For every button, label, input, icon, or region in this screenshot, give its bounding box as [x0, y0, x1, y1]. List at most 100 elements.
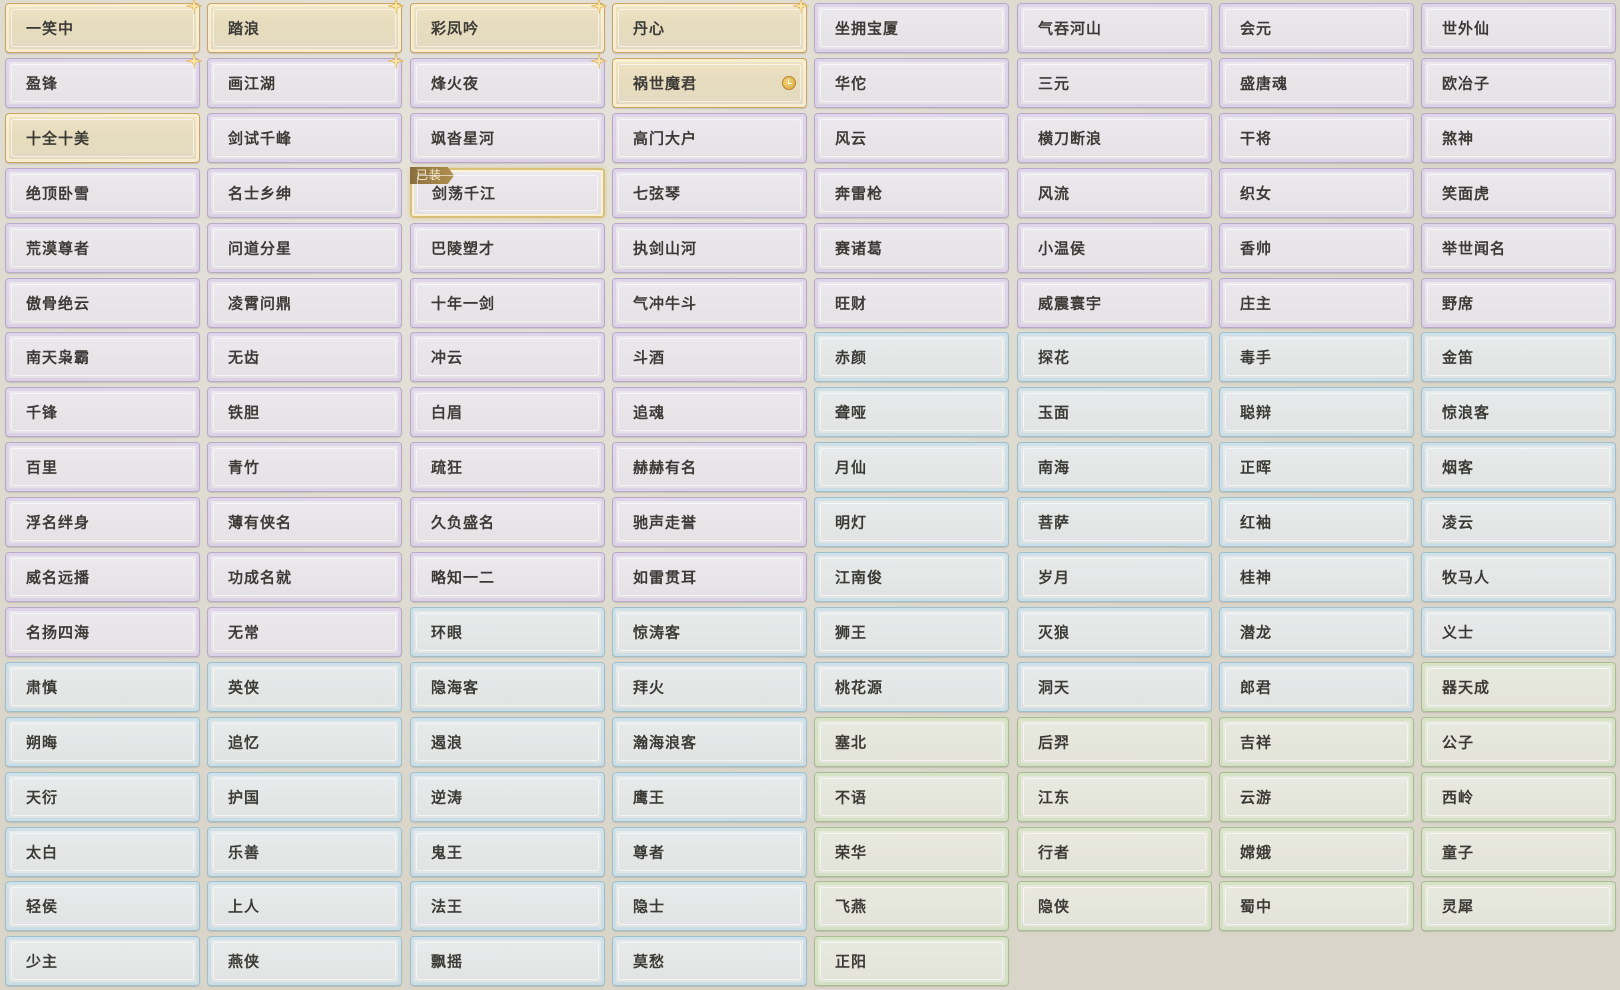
title-tile[interactable]: 塞北: [814, 717, 1009, 767]
title-tile[interactable]: 狮王: [814, 607, 1009, 657]
title-tile[interactable]: 器天成: [1421, 662, 1616, 712]
title-tile[interactable]: 瀚海浪客: [612, 717, 807, 767]
title-tile[interactable]: 义士: [1421, 607, 1616, 657]
title-tile[interactable]: 正晖: [1219, 442, 1414, 492]
title-tile[interactable]: 莫愁: [612, 936, 807, 986]
title-tile[interactable]: 聋哑: [814, 387, 1009, 437]
title-tile[interactable]: 冲云: [410, 332, 605, 382]
title-tile[interactable]: 英侠: [207, 662, 402, 712]
title-tile[interactable]: 威名远播: [5, 552, 200, 602]
title-tile[interactable]: 旺财: [814, 278, 1009, 328]
title-tile[interactable]: 野席: [1421, 278, 1616, 328]
title-tile[interactable]: 郎君: [1219, 662, 1414, 712]
title-tile[interactable]: 云游: [1219, 772, 1414, 822]
title-tile[interactable]: 吉祥: [1219, 717, 1414, 767]
title-tile[interactable]: 法王: [410, 881, 605, 931]
title-tile[interactable]: 坐拥宝厦: [814, 3, 1009, 53]
title-tile[interactable]: 玉面: [1017, 387, 1212, 437]
title-tile[interactable]: 乐善: [207, 827, 402, 877]
title-tile[interactable]: 执剑山河: [612, 223, 807, 273]
title-tile[interactable]: 三元: [1017, 58, 1212, 108]
title-tile[interactable]: 疏狂: [410, 442, 605, 492]
title-tile[interactable]: 会元: [1219, 3, 1414, 53]
title-tile[interactable]: 天衍: [5, 772, 200, 822]
title-tile[interactable]: 煞神: [1421, 113, 1616, 163]
title-tile[interactable]: 一笑中: [5, 0, 202, 53]
title-tile[interactable]: 无常: [207, 607, 402, 657]
title-tile[interactable]: 不语: [814, 772, 1009, 822]
title-tile[interactable]: 尊者: [612, 827, 807, 877]
title-tile[interactable]: 灭狼: [1017, 607, 1212, 657]
title-tile[interactable]: 举世闻名: [1421, 223, 1616, 273]
title-tile[interactable]: 追忆: [207, 717, 402, 767]
title-tile[interactable]: 庄主: [1219, 278, 1414, 328]
title-tile[interactable]: 笑面虎: [1421, 168, 1616, 218]
title-tile[interactable]: 环眼: [410, 607, 605, 657]
title-tile[interactable]: 剑荡千江 已装: [410, 167, 605, 218]
title-tile[interactable]: 明灯: [814, 497, 1009, 547]
title-tile[interactable]: 嫦娥: [1219, 827, 1414, 877]
title-tile[interactable]: 逆涛: [410, 772, 605, 822]
title-tile[interactable]: 风云: [814, 113, 1009, 163]
title-tile[interactable]: 潜龙: [1219, 607, 1414, 657]
title-tile[interactable]: 画江湖: [207, 53, 404, 108]
title-tile[interactable]: 奔雷枪: [814, 168, 1009, 218]
title-tile[interactable]: 织女: [1219, 168, 1414, 218]
title-tile[interactable]: 十全十美: [5, 113, 200, 163]
title-tile[interactable]: 牧马人: [1421, 552, 1616, 602]
title-tile[interactable]: 岁月: [1017, 552, 1212, 602]
title-tile[interactable]: 少主: [5, 936, 200, 986]
title-tile[interactable]: 追魂: [612, 387, 807, 437]
title-tile[interactable]: 南天枭霸: [5, 332, 200, 382]
title-tile[interactable]: 行者: [1017, 827, 1212, 877]
title-tile[interactable]: 聪辩: [1219, 387, 1414, 437]
title-tile[interactable]: 赛诸葛: [814, 223, 1009, 273]
title-tile[interactable]: 傲骨绝云: [5, 278, 200, 328]
title-tile[interactable]: 赤颜: [814, 332, 1009, 382]
title-tile[interactable]: 问道分星: [207, 223, 402, 273]
title-tile[interactable]: 七弦琴: [612, 168, 807, 218]
title-tile[interactable]: 盈锋: [5, 53, 202, 108]
title-tile[interactable]: 名扬四海: [5, 607, 200, 657]
title-tile[interactable]: 遏浪: [410, 717, 605, 767]
title-tile[interactable]: 如雷贯耳: [612, 552, 807, 602]
title-tile[interactable]: 隐海客: [410, 662, 605, 712]
title-tile[interactable]: 盛唐魂: [1219, 58, 1414, 108]
title-tile[interactable]: 荒漠尊者: [5, 223, 200, 273]
title-tile[interactable]: 气冲牛斗: [612, 278, 807, 328]
title-tile[interactable]: 月仙: [814, 442, 1009, 492]
title-tile[interactable]: 公子: [1421, 717, 1616, 767]
title-tile[interactable]: 千锋: [5, 387, 200, 437]
title-tile[interactable]: 荣华: [814, 827, 1009, 877]
title-tile[interactable]: 轻侯: [5, 881, 200, 931]
title-tile[interactable]: 探花: [1017, 332, 1212, 382]
title-tile[interactable]: 踏浪: [207, 0, 404, 53]
title-tile[interactable]: 铁胆: [207, 387, 402, 437]
title-tile[interactable]: 横刀断浪: [1017, 113, 1212, 163]
title-tile[interactable]: 赫赫有名: [612, 442, 807, 492]
title-tile[interactable]: 威震寰宇: [1017, 278, 1212, 328]
title-tile[interactable]: 西岭: [1421, 772, 1616, 822]
title-tile[interactable]: 凌霄问鼎: [207, 278, 402, 328]
title-tile[interactable]: 后羿: [1017, 717, 1212, 767]
title-tile[interactable]: 白眉: [410, 387, 605, 437]
title-tile[interactable]: 护国: [207, 772, 402, 822]
title-tile[interactable]: 灵犀: [1421, 881, 1616, 931]
title-tile[interactable]: 飘摇: [410, 936, 605, 986]
title-tile[interactable]: 欧冶子: [1421, 58, 1616, 108]
title-tile[interactable]: 童子: [1421, 827, 1616, 877]
title-tile[interactable]: 肃慎: [5, 662, 200, 712]
title-tile[interactable]: 上人: [207, 881, 402, 931]
title-tile[interactable]: 香帅: [1219, 223, 1414, 273]
title-tile[interactable]: 洞天: [1017, 662, 1212, 712]
title-tile[interactable]: 巴陵塑才: [410, 223, 605, 273]
title-tile[interactable]: 南海: [1017, 442, 1212, 492]
title-tile[interactable]: 小温侯: [1017, 223, 1212, 273]
title-tile[interactable]: 桂神: [1219, 552, 1414, 602]
title-tile[interactable]: 名士乡绅: [207, 168, 402, 218]
title-tile[interactable]: 烟客: [1421, 442, 1616, 492]
title-tile[interactable]: 彩凤吟: [410, 0, 607, 53]
title-tile[interactable]: 隐士: [612, 881, 807, 931]
title-tile[interactable]: 菩萨: [1017, 497, 1212, 547]
title-tile[interactable]: 丹心: [612, 0, 809, 53]
